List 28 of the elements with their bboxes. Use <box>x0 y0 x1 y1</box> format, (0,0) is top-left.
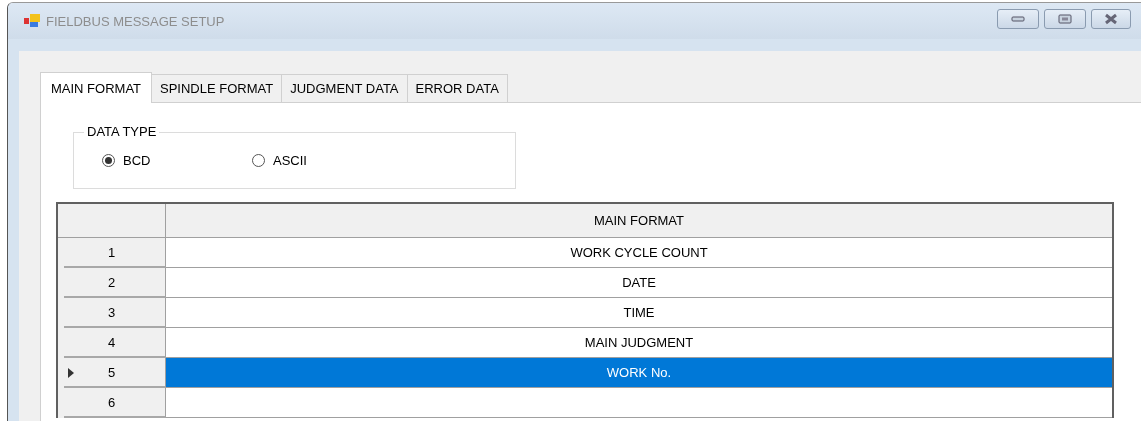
tab[interactable]: MAIN FORMAT <box>40 72 153 103</box>
row-number: 2 <box>107 274 116 290</box>
radio-button[interactable] <box>102 154 115 167</box>
row-number: 3 <box>107 304 116 320</box>
tab[interactable]: ERROR DATA <box>406 74 508 102</box>
row-number: 4 <box>107 334 116 350</box>
close-button[interactable] <box>1091 9 1131 29</box>
maximize-button[interactable] <box>1044 9 1086 29</box>
table-cell[interactable]: TIME <box>166 298 1112 328</box>
table-cell[interactable]: MAIN JUDGMENT <box>166 328 1112 358</box>
table-cell[interactable]: WORK No. <box>166 358 1112 388</box>
row-number: 6 <box>107 394 116 410</box>
radio-button[interactable] <box>252 154 265 167</box>
maximize-icon <box>1058 14 1072 24</box>
row-number: 5 <box>107 364 116 380</box>
radio-label[interactable]: BCD <box>123 153 151 168</box>
window-title: FIELDBUS MESSAGE SETUP <box>46 13 226 29</box>
radio-label[interactable]: ASCII <box>273 153 307 168</box>
table-cell[interactable]: DATE <box>166 268 1112 298</box>
app-icon <box>24 14 40 28</box>
minimize-button[interactable] <box>997 9 1039 29</box>
minimize-icon <box>1011 16 1025 22</box>
table-cell[interactable] <box>166 388 1112 418</box>
table-cell[interactable]: WORK CYCLE COUNT <box>166 238 1112 268</box>
row-number: 1 <box>107 244 116 260</box>
group-label: DATA TYPE <box>84 124 160 139</box>
close-icon <box>1104 13 1118 25</box>
row-pointer-icon <box>68 368 74 378</box>
